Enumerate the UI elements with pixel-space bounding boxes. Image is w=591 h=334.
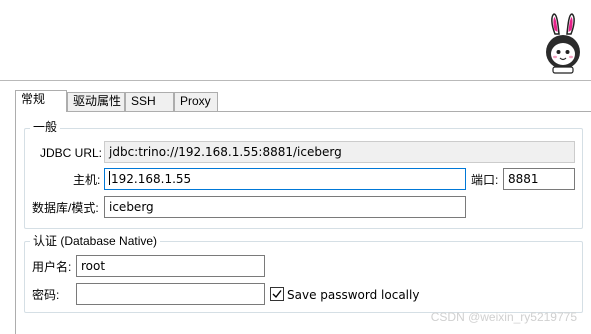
- tab-general[interactable]: 常规: [15, 90, 67, 112]
- host-input-value: 192.168.1.55: [111, 172, 192, 186]
- tab-driver-properties[interactable]: 驱动属性: [67, 92, 125, 111]
- port-input[interactable]: 8881: [503, 168, 575, 190]
- tab-driver-properties-label: 驱动属性: [73, 94, 122, 108]
- tab-proxy-label: Proxy: [180, 94, 211, 108]
- username-input[interactable]: root: [76, 255, 265, 277]
- jdbc-url-field[interactable]: jdbc:trino://192.168.1.55:8881/iceberg: [104, 141, 575, 163]
- password-label: 密码:: [32, 288, 60, 302]
- host-input[interactable]: 192.168.1.55: [104, 168, 466, 190]
- checkmark-icon: [272, 290, 282, 299]
- header-divider: [0, 80, 591, 81]
- tab-bar: 常规 驱动属性 SSH Proxy: [15, 90, 591, 112]
- text-caret: [109, 171, 110, 185]
- database-label: 数据库/模式:: [32, 201, 99, 215]
- username-label: 用户名:: [32, 260, 72, 274]
- host-label: 主机:: [73, 173, 101, 187]
- save-password-label[interactable]: Save password locally: [287, 288, 419, 302]
- header-area: [0, 0, 591, 80]
- database-input[interactable]: iceberg: [104, 196, 466, 218]
- tab-general-label: 常规: [21, 92, 46, 106]
- tab-ssh[interactable]: SSH: [125, 92, 174, 111]
- watermark-text: CSDN @weixin_ry5219775: [430, 310, 577, 324]
- save-password-checkbox[interactable]: [270, 287, 284, 301]
- auth-group-title: 认证 (Database Native): [30, 234, 161, 248]
- tab-proxy[interactable]: Proxy: [174, 92, 218, 111]
- jdbc-url-label: JDBC URL:: [40, 146, 103, 160]
- general-group-title: 一般: [30, 120, 61, 134]
- tab-ssh-label: SSH: [131, 94, 156, 108]
- password-input[interactable]: [76, 283, 265, 305]
- bunny-astronaut-icon: [546, 13, 580, 74]
- port-label: 端口:: [471, 173, 499, 187]
